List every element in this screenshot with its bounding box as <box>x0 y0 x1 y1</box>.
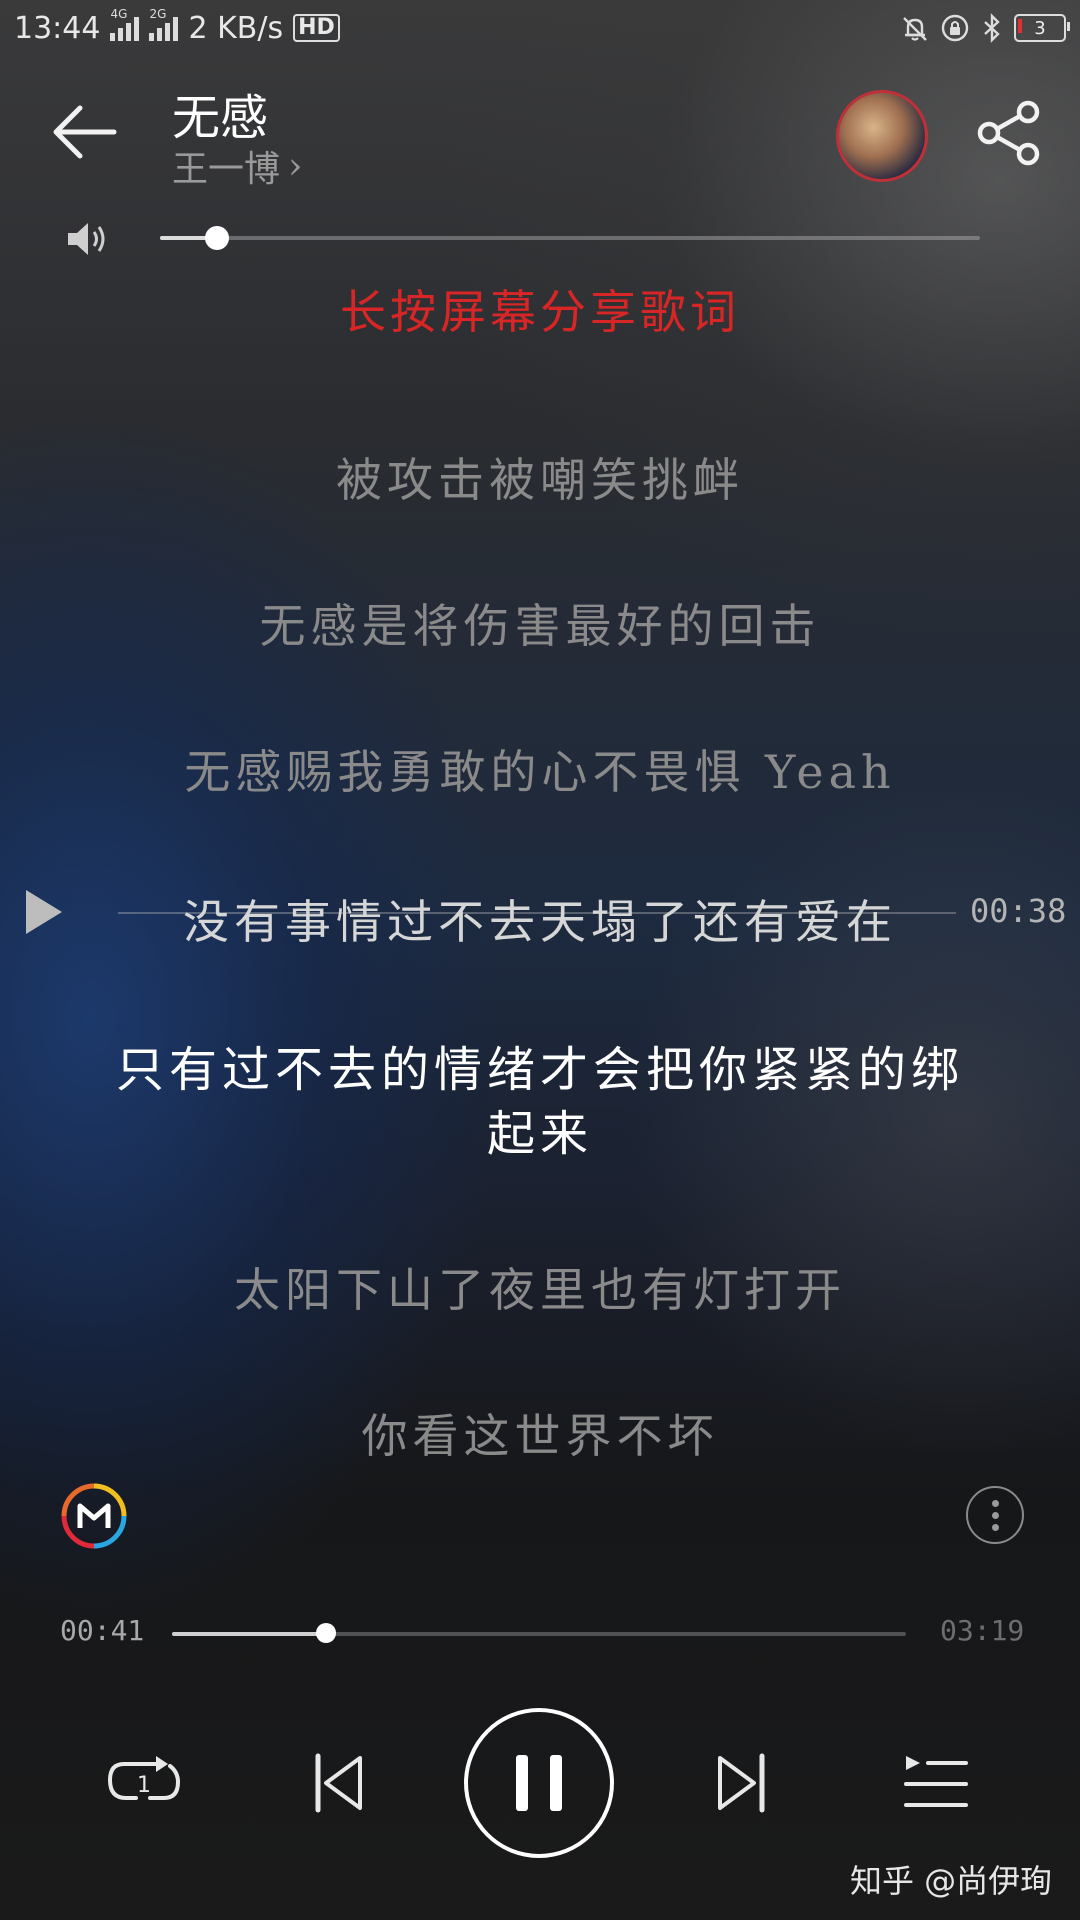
battery-level: 3 <box>1034 17 1046 39</box>
song-title: 无感 <box>172 90 269 146</box>
lyric-line[interactable]: 太阳下山了夜里也有灯打开 <box>0 1254 1080 1320</box>
clock: 13:44 <box>14 10 101 46</box>
chevron-right-icon: › <box>288 145 303 187</box>
pause-icon <box>516 1755 528 1811</box>
total-time: 03:19 <box>940 1614 1025 1647</box>
signal-4g-label: 4G <box>110 7 128 21</box>
playlist-icon[interactable] <box>902 1752 968 1812</box>
lyric-line[interactable]: 你看这世界不坏 <box>0 1400 1080 1466</box>
skip-next-icon[interactable] <box>716 1752 766 1814</box>
lyric-line[interactable]: 被攻击被嘲笑挑衅 <box>0 444 1080 510</box>
lyric-line[interactable]: 无感赐我勇敢的心不畏惧 Yeah <box>0 736 1080 802</box>
lyric-line[interactable]: 无感是将伤害最好的回击 <box>0 590 1080 656</box>
pause-button[interactable] <box>464 1708 614 1858</box>
battery-icon: 3 <box>1014 14 1070 42</box>
repeat-one-icon[interactable]: 1 <box>106 1752 182 1812</box>
progress-fill <box>172 1632 327 1636</box>
bluetooth-icon <box>984 13 1000 43</box>
signal-4g-icon: 4G <box>110 7 140 41</box>
avatar[interactable] <box>836 90 928 182</box>
hd-badge: HD <box>293 14 340 42</box>
repeat-badge: 1 <box>137 1773 151 1798</box>
more-vertical-icon[interactable] <box>966 1486 1024 1544</box>
progress-thumb[interactable] <box>316 1623 337 1643</box>
status-right: 3 <box>900 13 1070 43</box>
current-time: 00:41 <box>60 1614 145 1647</box>
signal-2g-label: 2G <box>149 7 167 21</box>
progress-slider[interactable] <box>172 1623 906 1643</box>
lyric-line-current[interactable]: 只有过不去的情绪才会把你紧紧的绑起来 <box>90 1038 990 1166</box>
volume-slider[interactable] <box>160 226 980 250</box>
lyric-line-seek[interactable]: 没有事情过不去天塌了还有爱在 <box>0 886 1080 952</box>
status-left: 13:44 4G 2G 2 KB/s HD <box>14 7 340 46</box>
status-bar: 13:44 4G 2G 2 KB/s HD 3 <box>0 0 1080 56</box>
artist-name: 王一博 <box>172 149 281 190</box>
mute-bell-icon <box>903 17 927 41</box>
network-speed: 2 KB/s <box>188 10 284 46</box>
lyric-current-text: 只有过不去的情绪才会把你紧紧的绑起来 <box>115 1042 964 1162</box>
watermark: 知乎 @尚伊珣 <box>850 1862 1053 1900</box>
signal-2g-icon: 2G <box>149 7 179 41</box>
artist-link[interactable]: 王一博 › <box>172 140 302 192</box>
share-lyrics-hint: 长按屏幕分享歌词 <box>340 285 740 339</box>
lock-rotation-icon <box>941 14 969 42</box>
back-arrow-icon[interactable] <box>48 100 120 164</box>
seek-time: 00:38 <box>970 892 1067 930</box>
m-logo-icon[interactable] <box>58 1480 130 1552</box>
speaker-icon[interactable] <box>66 220 110 258</box>
volume-thumb[interactable] <box>205 226 230 250</box>
share-icon[interactable] <box>974 100 1044 166</box>
skip-previous-icon[interactable] <box>314 1752 364 1814</box>
